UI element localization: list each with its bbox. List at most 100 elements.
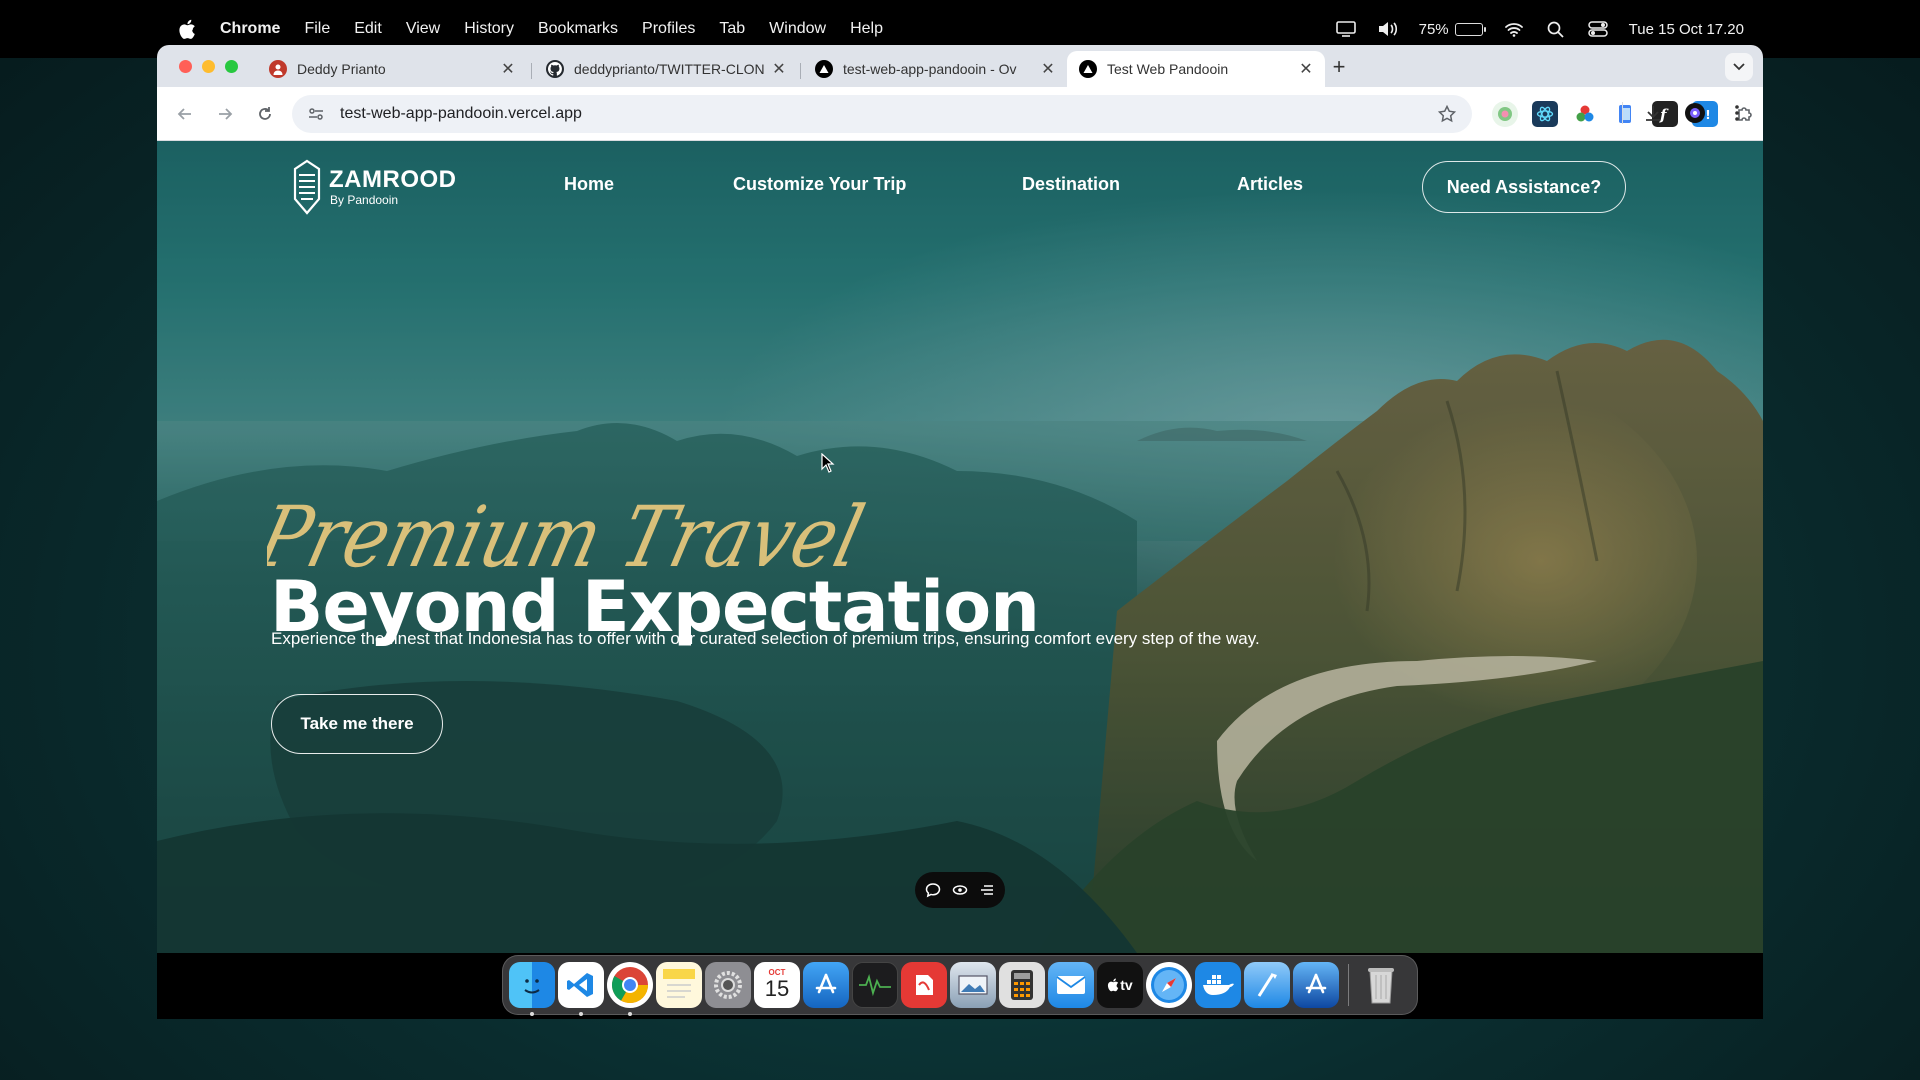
- logo-name: ZAMROOD: [329, 166, 457, 193]
- tab-github-twitter-clone[interactable]: deddyprianto/TWITTER-CLONE ✕: [534, 51, 798, 87]
- notes-icon[interactable]: [656, 962, 702, 1008]
- simulator-icon[interactable]: [1293, 962, 1339, 1008]
- need-assistance-button[interactable]: Need Assistance?: [1422, 161, 1626, 213]
- screen-mirroring-icon[interactable]: [1335, 18, 1357, 40]
- avatar-icon: [269, 60, 287, 78]
- vercel-icon: [815, 60, 833, 78]
- menu-app-name[interactable]: Chrome: [220, 20, 280, 38]
- menu-bookmarks[interactable]: Bookmarks: [538, 20, 618, 38]
- vscode-icon[interactable]: [558, 962, 604, 1016]
- address-bar[interactable]: test-web-app-pandooin.vercel.app: [292, 95, 1472, 133]
- battery-icon: [1454, 22, 1486, 36]
- reload-button[interactable]: [253, 102, 277, 126]
- activity-monitor-icon[interactable]: [852, 962, 898, 1008]
- url-text[interactable]: test-web-app-pandooin.vercel.app: [340, 105, 582, 123]
- toolbar-separator: [1622, 102, 1623, 124]
- menu-help[interactable]: Help: [850, 20, 883, 38]
- menu-edit[interactable]: Edit: [354, 20, 382, 38]
- new-tab-button[interactable]: +: [1327, 54, 1351, 79]
- volume-icon[interactable]: [1377, 18, 1399, 40]
- logo-subtitle: By Pandooin: [330, 193, 399, 207]
- close-tab-icon[interactable]: ✕: [1297, 60, 1315, 78]
- comment-icon[interactable]: [924, 881, 942, 899]
- safari-icon[interactable]: [1146, 962, 1192, 1008]
- close-window-button[interactable]: [179, 60, 192, 73]
- mail-icon[interactable]: [1048, 962, 1094, 1008]
- extension-color-picker-icon[interactable]: [1572, 101, 1598, 127]
- app-store-icon[interactable]: [803, 962, 849, 1008]
- macos-dock: OCT 15 tv: [502, 955, 1418, 1016]
- trash-icon[interactable]: [1358, 962, 1404, 1008]
- apple-logo-icon[interactable]: [176, 18, 198, 40]
- spotlight-search-icon[interactable]: [1545, 18, 1567, 40]
- nav-articles[interactable]: Articles: [1237, 174, 1303, 195]
- floating-toolbar: [915, 872, 1005, 908]
- chrome-menu-icon[interactable]: [1725, 101, 1749, 125]
- hero-subtitle: Experience the finest that Indonesia has…: [271, 629, 1260, 648]
- downloads-icon[interactable]: [1641, 101, 1665, 125]
- eye-icon[interactable]: [951, 881, 969, 899]
- profile-avatar-icon[interactable]: [1683, 101, 1707, 125]
- tab-title: Deddy Prianto: [297, 61, 386, 77]
- menu-file[interactable]: File: [304, 20, 330, 38]
- dock-separator: [1348, 964, 1349, 1006]
- apple-tv-label: tv: [1120, 977, 1133, 993]
- menu-profiles[interactable]: Profiles: [642, 20, 695, 38]
- calendar-day: 15: [764, 976, 790, 1002]
- minimize-window-button[interactable]: [202, 60, 215, 73]
- docker-icon[interactable]: [1195, 962, 1241, 1008]
- calculator-icon[interactable]: [999, 962, 1045, 1008]
- battery-percent: 75%: [1418, 20, 1449, 38]
- chrome-icon[interactable]: [607, 962, 653, 1016]
- finder-icon[interactable]: [509, 962, 555, 1016]
- tab-deddy-prianto[interactable]: Deddy Prianto ✕: [257, 51, 527, 87]
- nav-home[interactable]: Home: [564, 174, 614, 195]
- pdf-reader-icon[interactable]: [901, 962, 947, 1008]
- tab-search-button[interactable]: [1725, 53, 1753, 81]
- close-tab-icon[interactable]: ✕: [1039, 60, 1057, 78]
- window-controls: [179, 60, 238, 73]
- battery-indicator[interactable]: 75%: [1418, 20, 1486, 38]
- extension-color-icon[interactable]: [1492, 101, 1518, 127]
- tab-divider: [800, 63, 801, 79]
- chrome-window: Deddy Prianto ✕ deddyprianto/TWITTER-CLO…: [157, 45, 1763, 953]
- tab-title: test-web-app-pandooin - Ov: [843, 61, 1017, 77]
- control-center-icon[interactable]: [1587, 18, 1609, 40]
- calendar-icon[interactable]: OCT 15: [754, 962, 800, 1008]
- menu-view[interactable]: View: [406, 20, 440, 38]
- maximize-window-button[interactable]: [225, 60, 238, 73]
- site-header: ZAMROOD By Pandooin Home Customize Your …: [157, 141, 1763, 241]
- menu-list-icon[interactable]: [978, 881, 996, 899]
- menu-tab[interactable]: Tab: [719, 20, 745, 38]
- bookmark-star-icon[interactable]: [1436, 103, 1458, 125]
- system-settings-icon[interactable]: [705, 962, 751, 1008]
- xcode-icon[interactable]: [1244, 962, 1290, 1008]
- tab-vercel-overview[interactable]: test-web-app-pandooin - Ov ✕: [803, 51, 1067, 87]
- vercel-icon: [1079, 60, 1097, 78]
- tab-test-web-pandooin[interactable]: Test Web Pandooin ✕: [1067, 51, 1325, 87]
- site-info-icon[interactable]: [304, 102, 328, 126]
- apple-tv-icon[interactable]: tv: [1097, 962, 1143, 1008]
- nav-destination[interactable]: Destination: [1022, 174, 1120, 195]
- zamrood-emblem-icon: [293, 159, 321, 215]
- menubar-clock[interactable]: Tue 15 Oct 17.20: [1629, 21, 1744, 38]
- forward-button[interactable]: [213, 102, 237, 126]
- wifi-icon[interactable]: [1503, 18, 1525, 40]
- nav-customize-your-trip[interactable]: Customize Your Trip: [733, 174, 906, 195]
- back-button[interactable]: [173, 102, 197, 126]
- toolbar-right: [1622, 101, 1749, 125]
- page-viewport: ZAMROOD By Pandooin Home Customize Your …: [157, 141, 1763, 953]
- tab-title: Test Web Pandooin: [1107, 61, 1229, 77]
- close-tab-icon[interactable]: ✕: [770, 60, 788, 78]
- preview-icon[interactable]: [950, 962, 996, 1008]
- close-tab-icon[interactable]: ✕: [499, 60, 517, 78]
- github-icon: [546, 60, 564, 78]
- mouse-cursor-icon: [821, 453, 835, 473]
- take-me-there-button[interactable]: Take me there: [271, 694, 443, 754]
- browser-toolbar: test-web-app-pandooin.vercel.app f F!: [157, 87, 1763, 141]
- tab-title: deddyprianto/TWITTER-CLONE: [574, 61, 764, 77]
- menu-history[interactable]: History: [464, 20, 514, 38]
- zamrood-logo[interactable]: ZAMROOD By Pandooin: [293, 159, 456, 215]
- menu-window[interactable]: Window: [769, 20, 826, 38]
- extension-react-devtools-icon[interactable]: [1532, 101, 1558, 127]
